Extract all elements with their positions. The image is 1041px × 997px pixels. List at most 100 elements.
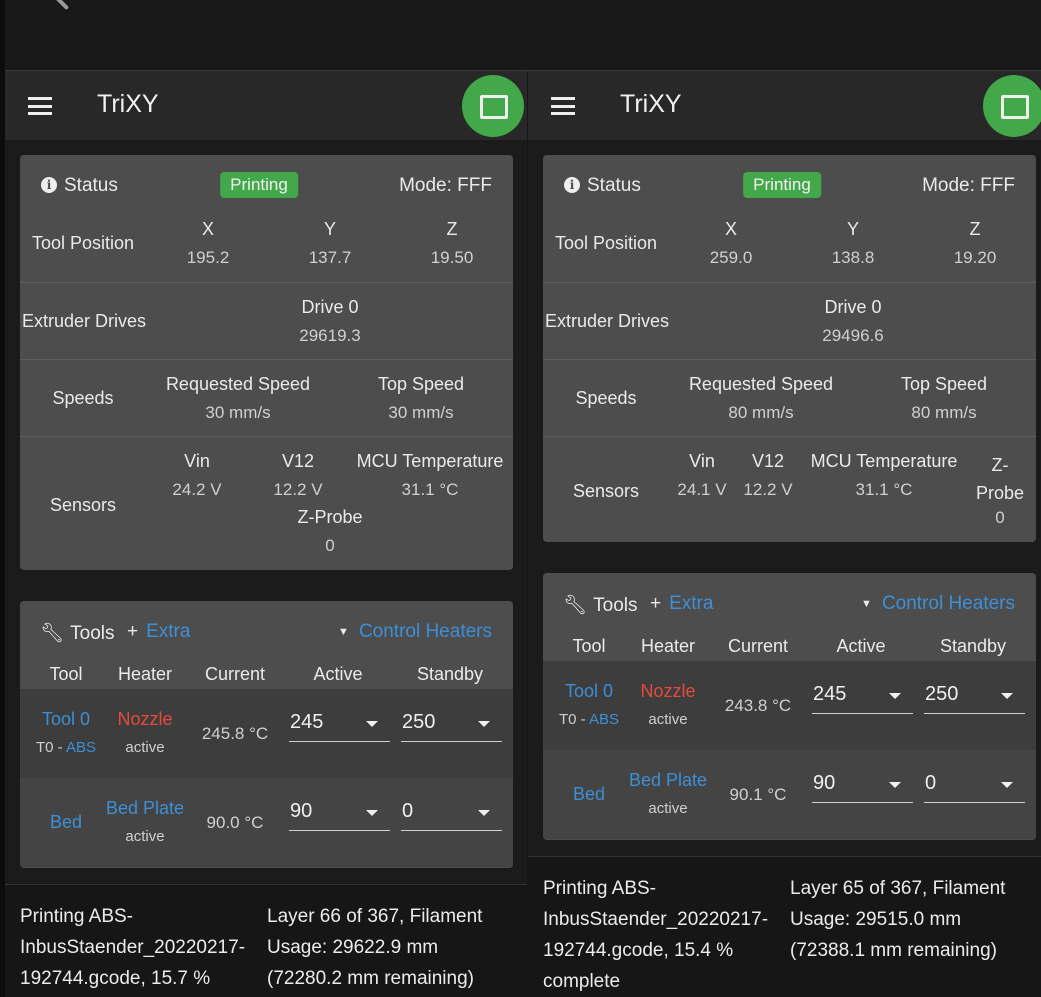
sensor-value: 31.1 °C <box>401 480 459 499</box>
active-temp-select[interactable]: 90 <box>289 798 390 831</box>
column-header: Standby <box>939 636 1007 656</box>
column-header: Heater <box>117 664 173 684</box>
drive-value: 29619.3 <box>299 326 361 345</box>
tool-subtitle: T0 - ABS <box>559 711 619 728</box>
filament-link[interactable]: ABS <box>589 711 619 728</box>
control-heaters-label: Control Heaters <box>358 621 492 642</box>
caret-down-icon <box>1001 782 1013 788</box>
menu-button[interactable] <box>28 97 52 115</box>
column-header: Standby <box>416 664 484 684</box>
control-heaters-button[interactable]: ▼ Control Heaters <box>861 593 1015 615</box>
requested-speed-label: Requested Speed <box>165 374 311 394</box>
tool-name-link[interactable]: Tool 0 <box>565 681 613 702</box>
fullscreen-button[interactable] <box>462 75 524 137</box>
caret-down-icon <box>366 810 378 816</box>
info-icon: i <box>564 177 580 193</box>
divider <box>543 359 1036 360</box>
job-status-footer: Printing ABS-InbusStaender_20220217-1927… <box>5 884 527 997</box>
extra-button[interactable]: + Extra <box>127 621 190 643</box>
tool-number: T0 - <box>35 739 66 756</box>
axis-value: 138.8 <box>831 248 875 267</box>
column-header: Tool <box>572 636 606 656</box>
filament-link[interactable]: ABS <box>66 739 96 756</box>
standby-temp-select[interactable]: 250 <box>924 681 1025 714</box>
tools-card: 🔧︎ Tools + Extra ▼ Control Heaters Tool Heater C… <box>20 601 513 868</box>
fullscreen-button[interactable] <box>983 75 1041 137</box>
sensor-name: V12 <box>281 451 315 471</box>
divider <box>20 436 513 437</box>
tools-title: 🔧︎ Tools <box>563 593 637 617</box>
caret-down-icon: ▼ <box>338 626 349 638</box>
heater-state: active <box>125 739 165 756</box>
tool-name-link[interactable]: Bed <box>50 812 82 833</box>
divider <box>543 436 1036 437</box>
standby-temp-select[interactable]: 0 <box>401 798 502 831</box>
top-bar <box>0 0 1041 71</box>
divider <box>20 359 513 360</box>
extra-button[interactable]: + Extra <box>650 593 713 615</box>
back-arrow-icon[interactable] <box>50 0 70 11</box>
sensor-value: 12.2 V <box>273 480 323 499</box>
control-heaters-button[interactable]: ▼ Control Heaters <box>338 621 492 643</box>
tools-title-text: Tools <box>593 595 638 616</box>
active-temp-select[interactable]: 245 <box>289 709 390 742</box>
extra-label: Extra <box>669 593 714 614</box>
active-temp-value: 90 <box>813 772 836 794</box>
heater-name-link[interactable]: Nozzle <box>640 681 695 702</box>
axis-value: 19.50 <box>430 248 474 267</box>
status-card: i Status Printing Mode: FFF Tool Position X 25… <box>543 155 1036 542</box>
column-header: Active <box>836 636 886 656</box>
standby-temp-select[interactable]: 250 <box>401 709 502 742</box>
drive-name: Drive 0 <box>824 297 882 317</box>
status-title: i Status <box>564 175 641 197</box>
active-temp-select[interactable]: 90 <box>812 770 913 803</box>
info-icon: i <box>41 177 57 193</box>
sensor-name: V12 <box>751 451 785 471</box>
speeds-label: Speeds <box>52 388 114 408</box>
requested-speed-label: Requested Speed <box>688 374 834 394</box>
heater-name-link[interactable]: Nozzle <box>117 709 172 730</box>
active-temp-select[interactable]: 245 <box>812 681 913 714</box>
standby-temp-select[interactable]: 0 <box>924 770 1025 803</box>
fullscreen-icon <box>480 95 508 119</box>
column-header: Heater <box>640 636 696 656</box>
sensor-value: 24.1 V <box>677 480 727 499</box>
caret-down-icon <box>1001 693 1013 699</box>
current-temp: 90.0 °C <box>206 813 264 832</box>
sensor-name: Z-Probe <box>975 455 1025 503</box>
wrench-icon: 🔧︎ <box>563 595 588 616</box>
caret-down-icon: ▼ <box>861 598 872 610</box>
axis-value: 195.2 <box>186 248 230 267</box>
extruder-label: Extruder Drives <box>22 311 147 331</box>
axis-name: X <box>724 219 738 239</box>
current-temp: 245.8 °C <box>201 724 269 743</box>
plus-icon: + <box>127 621 139 642</box>
standby-temp-value: 0 <box>402 800 414 822</box>
sensors-label: Sensors <box>49 495 117 515</box>
caret-down-icon <box>478 810 490 816</box>
sensor-value: 24.2 V <box>172 480 222 499</box>
column-header: Current <box>204 664 266 684</box>
tool-position-label: Tool Position <box>554 233 658 253</box>
sensor-name: Vin <box>689 451 715 471</box>
sensors-label: Sensors <box>572 481 640 501</box>
mode-label: Mode: FFF <box>399 175 492 196</box>
app-title: TriXY <box>97 90 159 118</box>
tool-position-label: Tool Position <box>31 233 135 253</box>
hamburger-icon-line <box>28 104 52 108</box>
menu-button[interactable] <box>551 97 575 115</box>
tool-subtitle: T0 - ABS <box>36 739 96 756</box>
axis-name: Z <box>446 219 458 239</box>
tool-row: Tool 0 T0 - ABS Nozzle active 243.8 °C 245 250 <box>543 661 1036 750</box>
active-temp-value: 245 <box>290 711 324 733</box>
tool-name-link[interactable]: Bed <box>573 784 605 805</box>
tool-row: Bed Bed Plate active 90.1 °C 90 0 <box>543 750 1036 839</box>
caret-down-icon <box>889 693 901 699</box>
control-heaters-label: Control Heaters <box>881 593 1015 614</box>
heater-name-link[interactable]: Bed Plate <box>106 798 184 819</box>
top-speed-label: Top Speed <box>377 374 465 394</box>
top-speed-value: 80 mm/s <box>911 403 977 422</box>
tool-name-link[interactable]: Tool 0 <box>42 709 90 730</box>
heater-name-link[interactable]: Bed Plate <box>629 770 707 791</box>
hamburger-icon-line <box>28 97 52 100</box>
